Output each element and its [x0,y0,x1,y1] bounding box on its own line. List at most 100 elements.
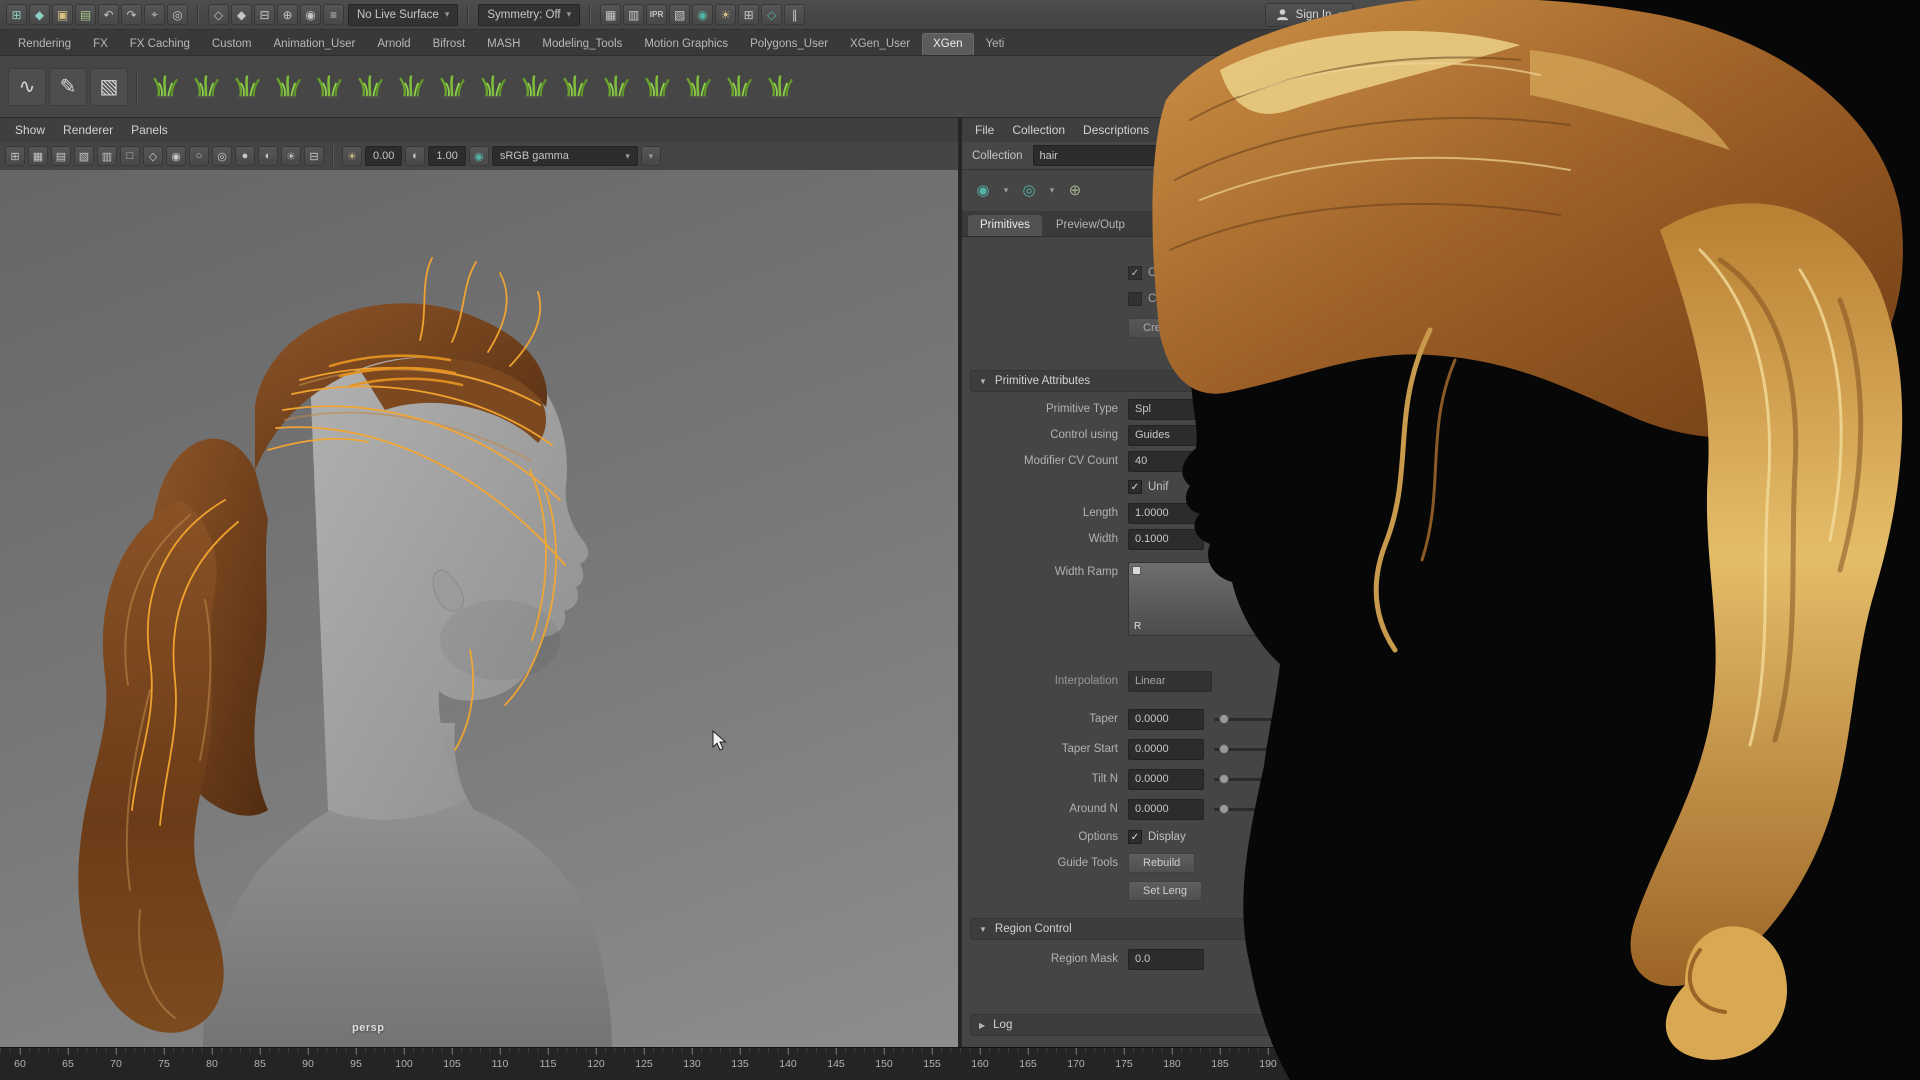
length-field[interactable]: 1.0000 [1128,503,1204,524]
width-brush-icon[interactable] [392,68,430,106]
refresh-preview-icon[interactable] [638,68,676,106]
view-transform-dropdown[interactable]: sRGB gamma ▾ [492,146,638,166]
timeline-tick[interactable] [1124,1048,1125,1055]
interpolation-dropdown[interactable]: Linear [1128,671,1212,692]
guide-visibility-icon[interactable]: ◎ [1016,177,1042,203]
render-settings-icon[interactable]: ▧ [669,4,690,25]
around-n-slider[interactable] [1214,808,1300,811]
timeline-tick[interactable] [356,1048,357,1055]
surface-patch-icon[interactable]: ▧ [90,68,128,106]
taper-start-field[interactable]: 0.0000 [1128,739,1204,760]
lasso-tool-icon[interactable]: ◎ [167,4,188,25]
timeline-tick[interactable] [788,1048,789,1055]
control-using-dropdown[interactable]: Guides [1128,425,1262,446]
taper-field[interactable]: 0.0000 [1128,709,1204,730]
noise-modifier-icon[interactable] [515,68,553,106]
timeline-frame-label[interactable]: 175 [1115,1058,1133,1070]
guides-from-curves-icon[interactable] [679,68,717,106]
paint-scripts-icon[interactable]: ✎ [49,68,87,106]
select-object-icon[interactable]: ◆ [231,4,252,25]
add-collection-icon[interactable] [187,68,225,106]
timeline-tick[interactable] [548,1048,549,1055]
timeline-frame-label[interactable]: 125 [635,1058,653,1070]
around-n-field[interactable]: 0.0000 [1128,799,1204,820]
camera-attributes-icon[interactable]: ▤ [51,146,71,166]
timeline-frame-label[interactable]: 100 [395,1058,413,1070]
coil-modifier-icon[interactable] [556,68,594,106]
timeline-tick[interactable] [1268,1048,1269,1055]
clump-modifier-icon[interactable] [474,68,512,106]
xgen-editor-icon[interactable] [761,68,799,106]
checkbox[interactable] [1128,292,1142,306]
menu-collection[interactable]: Collection [1003,123,1074,137]
shelf-tab-fx[interactable]: FX [83,34,118,55]
caret-icon[interactable]: ▾ [1000,177,1012,203]
timeline-tick[interactable] [116,1048,117,1055]
undo-icon[interactable]: ↶ [98,4,119,25]
timeline-tick[interactable] [260,1048,261,1055]
redo-icon[interactable]: ↷ [121,4,142,25]
timeline-tick[interactable] [644,1048,645,1055]
timeline-frame-label[interactable]: 190 [1259,1058,1277,1070]
shelf-tab-fx-caching[interactable]: FX Caching [120,34,200,55]
menu-renderer[interactable]: Renderer [54,123,122,137]
timeline-tick[interactable] [68,1048,69,1055]
timeline-frame-label[interactable]: 185 [1211,1058,1229,1070]
file-open-icon[interactable]: ▤ [75,4,96,25]
timeline-tick[interactable] [500,1048,501,1055]
shelf-tab-motion-graphics[interactable]: Motion Graphics [634,34,738,55]
uniform-cvs-checkbox[interactable] [1128,480,1142,494]
description-visibility-icon[interactable]: ◉ [970,177,996,203]
checkbox[interactable] [1128,266,1142,280]
light-editor-icon[interactable]: ☀ [715,4,736,25]
timeline-frame-label[interactable]: 75 [158,1058,170,1070]
ipr-render-icon[interactable]: IPR [646,4,667,25]
shelf-tab-xgen[interactable]: XGen [922,33,973,55]
sign-in-button[interactable]: Sign In ▾ [1265,3,1354,27]
live-surface-dropdown[interactable]: No Live Surface ▾ [348,4,458,26]
menu-show[interactable]: Show [6,123,54,137]
timeline-frame-label[interactable]: 150 [875,1058,893,1070]
rebuild-button[interactable]: Rebuild [1128,853,1195,873]
gate-mask-icon[interactable]: ○ [189,146,209,166]
timeline-tick[interactable] [308,1048,309,1055]
comb-brush-icon[interactable] [269,68,307,106]
timeline-tick[interactable] [20,1048,21,1055]
input-connections-icon[interactable]: ≡ [323,4,344,25]
gamma-field[interactable]: 1.00 [428,146,465,166]
shelf-tab-bifrost[interactable]: Bifrost [423,34,476,55]
timeline-frame-label[interactable]: 160 [971,1058,989,1070]
set-length-button[interactable]: Set Leng [1128,881,1202,901]
collection-name-field[interactable]: hair [1033,145,1237,166]
timeline-tick[interactable] [1028,1048,1029,1055]
panel-layout-icon[interactable]: ⊞ [5,146,25,166]
shadows-icon[interactable]: ⊟ [304,146,324,166]
timeline-frame-label[interactable]: 90 [302,1058,314,1070]
create-button[interactable]: Creat [1128,318,1185,338]
toolbar-overflow-icon[interactable]: ▾ [641,146,661,166]
width-ramp-widget[interactable]: R [1128,562,1260,636]
select-hierarchy-icon[interactable]: ◇ [208,4,229,25]
shelf-tab-xgen-user[interactable]: XGen_User [840,34,920,55]
cut-brush-icon[interactable] [433,68,471,106]
view-cube-icon[interactable]: ▦ [28,146,48,166]
exposure-field[interactable]: 0.00 [365,146,402,166]
gamma-icon[interactable]: ◐ [405,146,425,166]
textured-icon[interactable]: ◐ [258,146,278,166]
ramp-handle[interactable] [1247,566,1256,575]
timeline-tick[interactable] [596,1048,597,1055]
snap-curve-icon[interactable]: ◆ [29,4,50,25]
timeline-tick[interactable] [740,1048,741,1055]
shelf-tab-animation-user[interactable]: Animation_User [264,34,366,55]
file-save-icon[interactable]: ▣ [52,4,73,25]
timeline-frame-label[interactable]: 95 [350,1058,362,1070]
display-checkbox[interactable] [1128,830,1142,844]
timeline-frame-label[interactable]: 65 [62,1058,74,1070]
timeline-tick[interactable] [452,1048,453,1055]
time-slider[interactable]: 6065707580859095100105110115120125130135… [0,1047,1920,1080]
pause-icon[interactable]: ∥ [784,4,805,25]
timeline-frame-label[interactable]: 140 [779,1058,797,1070]
timeline-tick[interactable] [836,1048,837,1055]
timeline-tick[interactable] [1172,1048,1173,1055]
tab-preview-output[interactable]: Preview/Outp [1044,215,1137,236]
